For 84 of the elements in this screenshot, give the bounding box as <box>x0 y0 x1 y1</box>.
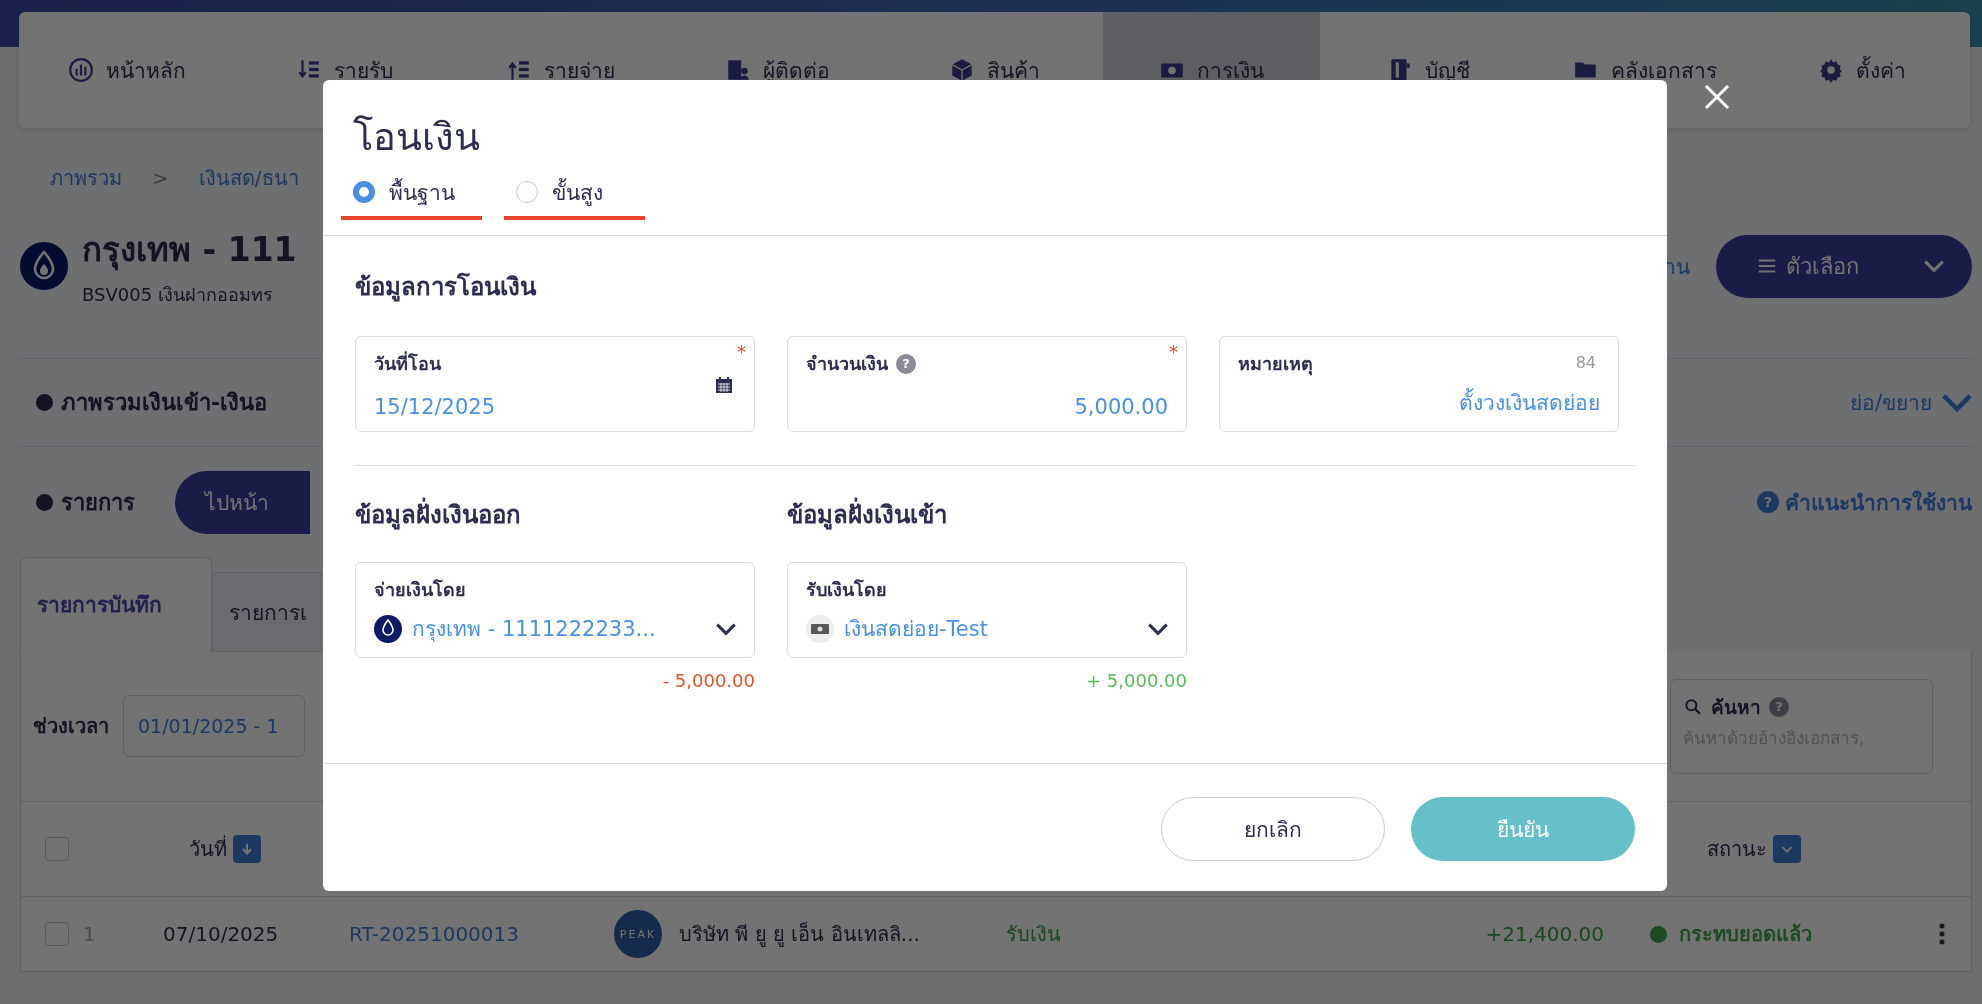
field-label: หมายเหตุ <box>1238 352 1313 378</box>
date-field[interactable]: วันที่โอน 15/12/2025 * <box>355 336 755 432</box>
status-dot <box>1650 925 1667 943</box>
nav-item[interactable]: หน้าหลัก <box>19 12 236 128</box>
note-field[interactable]: หมายเหตุ ตั้งวงเงินสดย่อย 84 <box>1219 336 1619 432</box>
type-cell-text: รับเงิน <box>1006 921 1062 948</box>
nav-item[interactable]: บัญชี <box>1319 12 1537 128</box>
search-label: ค้นหา <box>1711 694 1761 720</box>
account-select[interactable]: รับเงินโดย เงินสดย่อย-Test <box>787 562 1187 658</box>
section-title: ภาพรวมเงินเข้า-เงินอ <box>61 389 268 417</box>
account-subtitle: BSV005 เงินฝากออมทร <box>82 283 274 307</box>
mode-tab[interactable]: พื้นฐาน <box>341 168 482 220</box>
section-title: รายการ <box>61 488 135 517</box>
avatar-icon: PEAK <box>614 910 662 958</box>
help-link[interactable]: ? คำแนะนำการใช้งาน <box>1757 485 1972 519</box>
nav-item[interactable]: ผู้ติดต่อ <box>669 12 887 128</box>
chevron-down-icon <box>1942 392 1972 413</box>
tab[interactable]: รายการบันทึก <box>20 557 212 652</box>
more-icon[interactable] <box>1939 923 1945 945</box>
select-all-checkbox[interactable] <box>45 837 69 861</box>
search-icon <box>1683 696 1703 717</box>
bank-logo-icon <box>20 242 68 290</box>
tab[interactable]: รายการเ <box>212 572 324 652</box>
section-title: ข้อมูลฝั่งเงินออก <box>355 466 755 562</box>
date-cell-text: 07/10/2025 <box>163 922 280 946</box>
document-link[interactable]: RT-20251000013 <box>349 922 614 946</box>
section-title: ข้อมูลการโอนเงิน <box>355 271 538 304</box>
nav-item[interactable]: ตั้งค่า <box>1753 12 1971 128</box>
amount-cell-text: +21,400.00 <box>1484 922 1604 946</box>
account-select[interactable]: จ่ายเงินโดย กรุงเทพ - 1111222233... <box>355 562 755 658</box>
bullet-icon <box>36 493 53 511</box>
calendar-icon[interactable] <box>714 375 734 395</box>
row-checkbox[interactable] <box>45 922 69 946</box>
building-icon <box>725 57 752 83</box>
field-value: ตั้งวงเงินสดย่อย <box>1238 386 1600 419</box>
field-label: จำนวนเงิน <box>806 352 888 376</box>
date-range-field[interactable]: 01/01/2025 - 1 <box>123 695 305 757</box>
char-counter: 84 <box>1575 353 1596 372</box>
section-title: ข้อมูลฝั่งเงินเข้า <box>787 466 1187 562</box>
bank-logo-icon <box>374 614 402 643</box>
options-button[interactable]: ตัวเลือก <box>1716 234 1972 298</box>
link-text[interactable]: าน <box>1664 249 1690 283</box>
close-icon[interactable] <box>1703 83 1731 111</box>
nav-item[interactable]: คลังเอกสาร <box>1536 12 1754 128</box>
breadcrumb-link[interactable]: ภาพรวม <box>50 162 122 194</box>
required-mark: * <box>1169 341 1178 362</box>
dialog-title: โอนเงิน <box>352 113 481 161</box>
cash-icon <box>806 614 834 643</box>
sort-button[interactable] <box>1773 835 1801 863</box>
field-value: กรุงเทพ - 1111222233... <box>412 616 657 644</box>
field-value: 5,000.00 <box>1073 395 1168 419</box>
status-text: กระทบยอดแล้ว <box>1679 921 1812 948</box>
help-icon[interactable]: ? <box>896 353 916 374</box>
arrow-down-icon <box>239 841 255 857</box>
help-icon[interactable]: ? <box>1769 696 1789 717</box>
sort-button[interactable] <box>233 835 261 863</box>
column-header: วันที่ <box>189 834 227 863</box>
amount-text: + 5,000.00 <box>1085 670 1187 691</box>
field-value: 15/12/2025 <box>374 395 497 419</box>
radio-button[interactable] <box>353 181 375 203</box>
confirm-button[interactable]: ยืนยัน <box>1411 797 1635 861</box>
amount-text: - 5,000.00 <box>661 670 755 691</box>
chevron-down-icon <box>716 621 736 636</box>
go-button[interactable]: ไปหน้า <box>175 470 310 534</box>
required-mark: * <box>737 341 746 362</box>
column-header: สถานะ <box>1707 836 1767 863</box>
cancel-button[interactable]: ยกเลิก <box>1161 797 1385 861</box>
collapse-toggle[interactable]: ย่อ/ขยาย <box>1849 386 1972 419</box>
field-label: จ่ายเงินโดย <box>374 578 467 602</box>
field-label: วันที่โอน <box>374 350 441 376</box>
amount-field[interactable]: จำนวนเงิน ? 5,000.00 * <box>787 336 1187 432</box>
radio-button[interactable] <box>516 181 538 203</box>
filter-label: ช่วงเวลา <box>33 713 109 740</box>
contact-cell-text: บริษัท พี ยู ยู เอ็น อินเทลลิ... <box>679 920 921 949</box>
breadcrumb-separator: > <box>152 166 169 190</box>
account-title: กรุงเทพ - 111 <box>82 229 297 273</box>
chevron-down-icon <box>1924 259 1944 273</box>
bullet-icon <box>36 394 53 411</box>
chevron-down-icon <box>1148 621 1168 636</box>
dashboard-icon <box>68 57 95 83</box>
breadcrumb-link[interactable]: เงินสด/ธนา <box>198 162 299 194</box>
mode-tab[interactable]: ขั้นสูง <box>504 168 645 220</box>
field-value: เงินสดย่อย-Test <box>844 616 989 643</box>
field-label: รับเงินโดย <box>806 578 888 602</box>
